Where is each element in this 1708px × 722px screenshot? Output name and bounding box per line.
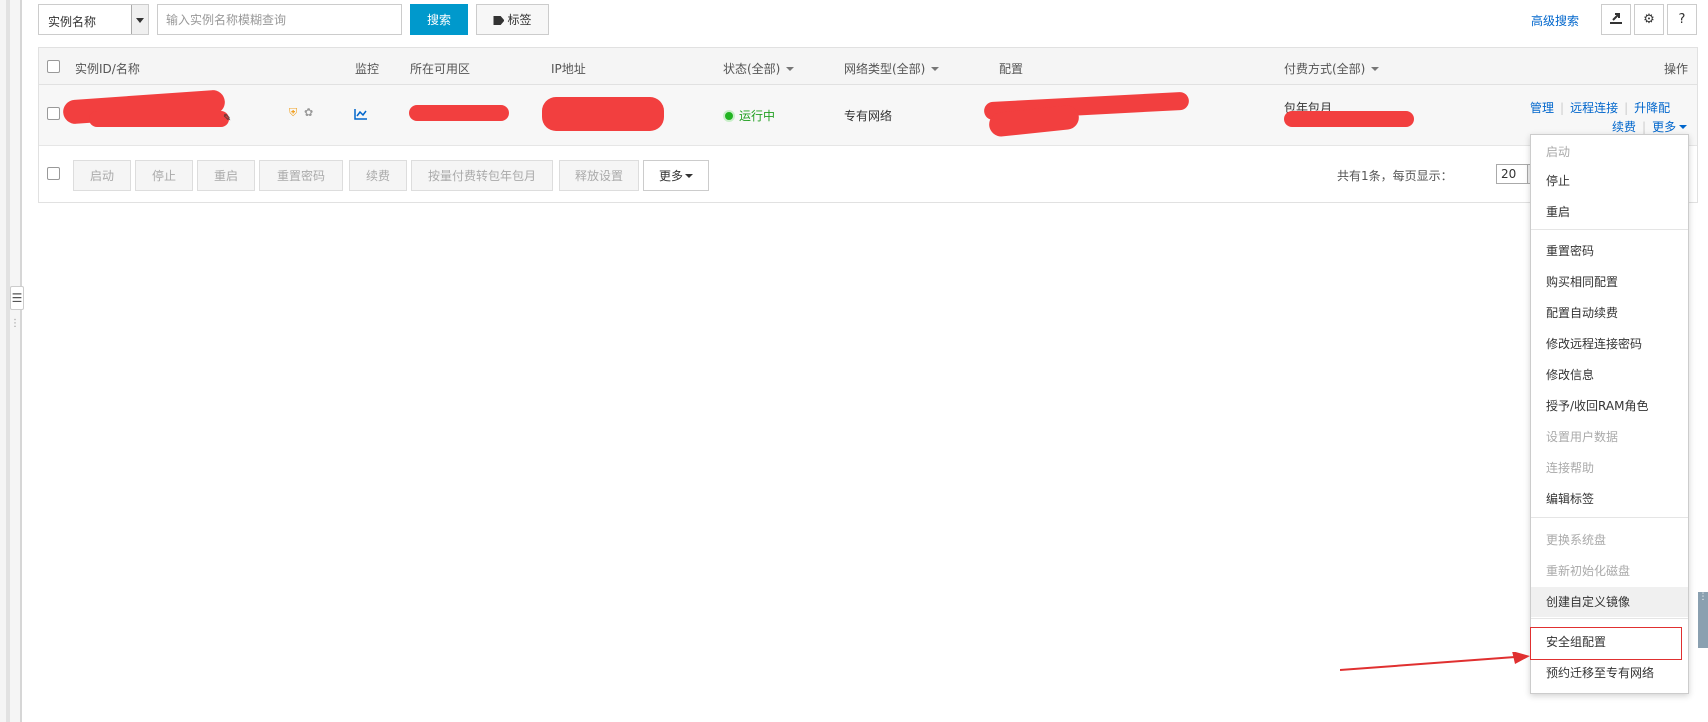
header-billing-filter[interactable]: 付费方式(全部)	[1284, 60, 1380, 77]
header-instance: 实例ID/名称	[75, 62, 140, 76]
batch-button-3[interactable]: 重置密码	[259, 160, 343, 191]
divider: |	[1642, 120, 1647, 134]
annotation-arrow	[1340, 652, 1530, 671]
plugin-icon[interactable]: ✿	[304, 106, 313, 119]
footer-select-checkbox[interactable]	[47, 167, 60, 180]
export-button[interactable]	[1601, 4, 1631, 35]
batch-more-label: 更多	[658, 169, 683, 183]
select-all-checkbox[interactable]	[47, 60, 60, 73]
filter-type-select[interactable]: 实例名称	[38, 4, 149, 35]
feedback-side-tab[interactable]: ⋮	[1698, 592, 1708, 648]
renew-link[interactable]: 续费	[1612, 120, 1636, 134]
sidebar-toggle-icon[interactable]: ☰	[10, 286, 24, 310]
header-network-label: 网络类型(全部)	[844, 62, 926, 76]
tag-icon	[493, 16, 505, 25]
page-size-value: 20	[1501, 167, 1517, 181]
status-running-icon	[723, 110, 735, 122]
menu-divider	[1531, 517, 1688, 518]
menu-divider	[1531, 229, 1688, 230]
divider: |	[1560, 101, 1565, 115]
paging-summary: 共有1条，每页显示：	[1337, 169, 1453, 183]
menu-item-4[interactable]: 购买相同配置	[1531, 267, 1688, 297]
status-text: 运行中	[739, 109, 776, 123]
menu-item-1[interactable]: 停止	[1531, 166, 1688, 196]
search-button[interactable]: 搜索	[410, 4, 468, 35]
menu-item-11[interactable]: 编辑标签	[1531, 484, 1688, 514]
menu-item-5[interactable]: 配置自动续费	[1531, 298, 1688, 328]
header-ip: IP地址	[551, 62, 586, 76]
tag-button[interactable]: 标签	[476, 4, 549, 35]
help-icon: ?	[1678, 12, 1686, 27]
menu-item-14[interactable]: 创建自定义镜像	[1531, 587, 1688, 617]
more-actions-link[interactable]: 更多	[1652, 120, 1688, 134]
header-zone: 所在可用区	[410, 62, 471, 76]
actions-row-1: 管理 | 远程连接 | 升降配	[1530, 99, 1670, 116]
redacted-ip	[542, 97, 664, 131]
header-actions: 操作	[1664, 62, 1689, 76]
table-row: ✎ ⛨ ✿ 运行中 专有网络 包年包月 管理 | 远程连接 | 升降配 续费 | 更多	[39, 85, 1697, 146]
batch-button-6[interactable]: 释放设置	[559, 160, 639, 191]
caret-down-icon	[1371, 67, 1380, 71]
actions-row-2: 续费 | 更多	[1612, 118, 1688, 135]
annotation-highlight-box	[1530, 627, 1682, 660]
menu-item-10: 连接帮助	[1546, 461, 1595, 475]
menu-item-7[interactable]: 修改信息	[1531, 360, 1688, 390]
remote-connect-link[interactable]: 远程连接	[1570, 101, 1618, 115]
menu-item-13: 重新初始化磁盘	[1546, 564, 1631, 578]
batch-button-0[interactable]: 启动	[73, 160, 131, 191]
menu-item-2[interactable]: 重启	[1531, 197, 1688, 227]
batch-button-2[interactable]: 重启	[197, 160, 255, 191]
row-checkbox[interactable]	[47, 107, 60, 120]
caret-down-icon	[685, 174, 693, 178]
more-actions-dropdown: 启动停止 重启重置密码 购买相同配置 配置自动续费 修改远程连接密码 修改信息 授予/收回R…	[1530, 134, 1689, 694]
menu-divider	[1531, 618, 1688, 619]
menu-item-0: 启动	[1546, 145, 1571, 159]
monitor-chart-icon[interactable]	[354, 108, 368, 120]
redacted-instance-name	[89, 111, 229, 127]
caret-down-icon	[931, 67, 940, 71]
divider: |	[1624, 101, 1629, 115]
header-monitor: 监控	[355, 62, 380, 76]
batch-more-button[interactable]: 更多	[643, 160, 709, 191]
edit-name-icon[interactable]: ✎	[223, 113, 231, 124]
header-status-label: 状态(全部)	[723, 62, 781, 76]
caret-down-icon	[786, 67, 795, 71]
sidebar-strip	[6, 0, 10, 722]
security-shield-icon[interactable]: ⛨	[289, 106, 297, 120]
network-type: 专有网络	[844, 109, 893, 123]
header-config: 配置	[999, 62, 1024, 76]
more-actions-label: 更多	[1652, 120, 1677, 134]
export-icon	[1610, 13, 1622, 24]
tag-button-label: 标签	[507, 13, 532, 27]
menu-item-16[interactable]: 预约迁移至专有网络	[1531, 658, 1688, 688]
menu-item-8[interactable]: 授予/收回RAM角色	[1531, 391, 1688, 421]
upgrade-downgrade-link[interactable]: 升降配	[1634, 101, 1670, 115]
menu-item-12: 更换系统盘	[1546, 533, 1607, 547]
menu-item-9: 设置用户数据	[1546, 430, 1619, 444]
search-input[interactable]	[157, 4, 402, 35]
filter-type-value: 实例名称	[48, 15, 97, 29]
batch-button-5[interactable]: 按量付费转包年包月	[411, 160, 553, 191]
header-status-filter[interactable]: 状态(全部)	[723, 60, 795, 77]
table-header: 实例ID/名称 监控 所在可用区 IP地址 状态(全部) 网络类型(全部) 配置…	[39, 48, 1697, 85]
help-button[interactable]: ?	[1667, 4, 1697, 35]
header-billing-label: 付费方式(全部)	[1284, 62, 1366, 76]
advanced-search-link[interactable]: 高级搜索	[1531, 12, 1579, 29]
settings-button[interactable]: ⚙	[1634, 4, 1664, 35]
gear-icon: ⚙	[1643, 12, 1655, 27]
redacted-zone	[409, 105, 509, 121]
caret-down-icon	[1679, 125, 1688, 129]
menu-item-6[interactable]: 修改远程连接密码	[1531, 329, 1688, 359]
batch-button-4[interactable]: 续费	[349, 160, 407, 191]
batch-button-1[interactable]: 停止	[135, 160, 193, 191]
manage-link[interactable]: 管理	[1530, 101, 1554, 115]
left-sidebar-collapsed: ☰ ⋮	[0, 0, 24, 722]
status-cell: 运行中	[723, 107, 775, 124]
menu-item-3[interactable]: 重置密码	[1531, 236, 1688, 266]
redacted-billing-date	[1284, 111, 1414, 127]
instance-table-panel: 实例ID/名称 监控 所在可用区 IP地址 状态(全部) 网络类型(全部) 配置…	[38, 47, 1698, 203]
chevron-down-icon[interactable]	[131, 5, 148, 34]
sidebar-grip-icon: ⋮	[10, 318, 20, 329]
header-network-filter[interactable]: 网络类型(全部)	[844, 60, 940, 77]
